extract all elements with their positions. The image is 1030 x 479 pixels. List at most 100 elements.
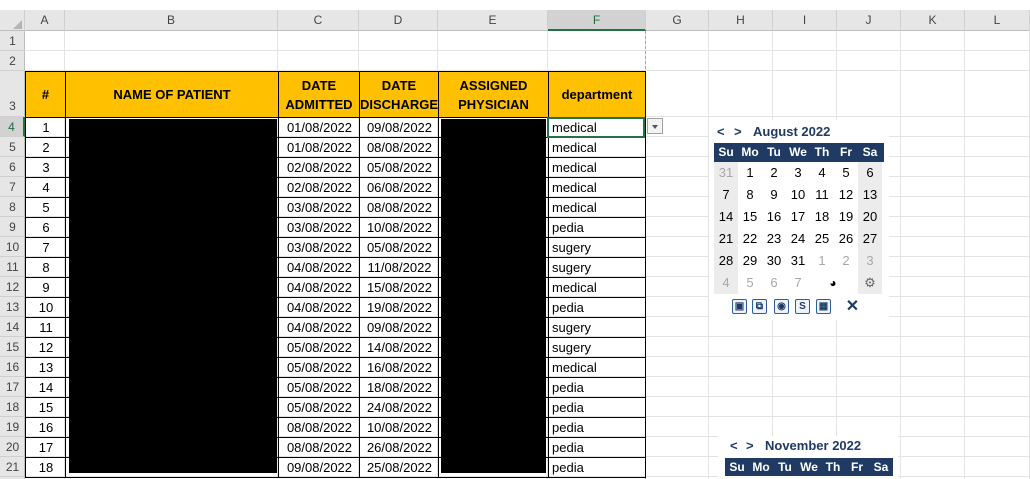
- calendar-day[interactable]: 11: [810, 184, 834, 206]
- calendar-day[interactable]: 12: [834, 184, 858, 206]
- row-header-17[interactable]: 17: [0, 377, 25, 397]
- cell-date-discharge[interactable]: 05/08/2022: [359, 238, 439, 258]
- calendar-day[interactable]: 10: [786, 184, 810, 206]
- row-header-8[interactable]: 8: [0, 197, 25, 217]
- cell-department[interactable]: sugery: [548, 318, 646, 338]
- column-header-j[interactable]: J: [837, 10, 901, 31]
- calendar-day[interactable]: 6: [858, 162, 882, 184]
- calendar-day[interactable]: 18: [810, 206, 834, 228]
- row-header-7[interactable]: 7: [0, 177, 25, 197]
- calendar-day[interactable]: 2: [834, 250, 858, 272]
- cell-date-discharge[interactable]: 05/08/2022: [359, 158, 439, 178]
- calendar-day[interactable]: 5: [834, 162, 858, 184]
- calendar-day[interactable]: 26: [834, 228, 858, 250]
- cell-date-discharge[interactable]: 14/08/2022: [359, 338, 439, 358]
- cell-number[interactable]: 12: [25, 338, 66, 358]
- row-header-16[interactable]: 16: [0, 357, 25, 377]
- cell-date-discharge[interactable]: 11/08/2022: [359, 258, 439, 278]
- cell-date-discharge[interactable]: 10/08/2022: [359, 418, 439, 438]
- cell-department[interactable]: medical: [548, 158, 646, 178]
- cell-date-admitted[interactable]: 05/08/2022: [278, 358, 360, 378]
- calendar-day[interactable]: 16: [762, 206, 786, 228]
- cell-date-discharge[interactable]: 06/08/2022: [359, 178, 439, 198]
- cell-date-admitted[interactable]: 05/08/2022: [278, 378, 360, 398]
- calendar-day[interactable]: 30: [762, 250, 786, 272]
- window-icon[interactable]: ▣: [732, 299, 747, 314]
- cell-number[interactable]: 11: [25, 318, 66, 338]
- close-icon[interactable]: ✕: [845, 299, 860, 315]
- cell-department[interactable]: pedia: [548, 458, 646, 478]
- cell-date-admitted[interactable]: 03/08/2022: [278, 238, 360, 258]
- calendar-day[interactable]: 14: [714, 206, 738, 228]
- column-header-e[interactable]: E: [438, 10, 548, 31]
- calendar-day[interactable]: 6: [762, 272, 786, 294]
- cell-date-discharge[interactable]: 15/08/2022: [359, 278, 439, 298]
- header-department[interactable]: department: [548, 71, 646, 118]
- row-header-20[interactable]: 20: [0, 437, 25, 457]
- cell-department[interactable]: pedia: [548, 378, 646, 398]
- cell-date-discharge[interactable]: 08/08/2022: [359, 138, 439, 158]
- cell-number[interactable]: 4: [25, 178, 66, 198]
- cell-number[interactable]: 9: [25, 278, 66, 298]
- calendar-day[interactable]: 24: [786, 228, 810, 250]
- cell-department[interactable]: pedia: [548, 418, 646, 438]
- row-header-3[interactable]: 3: [0, 71, 25, 117]
- calendar-day[interactable]: 15: [738, 206, 762, 228]
- row-header-18[interactable]: 18: [0, 397, 25, 417]
- select-all-corner[interactable]: [0, 10, 25, 31]
- cell-number[interactable]: 13: [25, 358, 66, 378]
- calendar-day[interactable]: 25: [810, 228, 834, 250]
- calendar-day[interactable]: 9: [762, 184, 786, 206]
- cell-date-discharge[interactable]: 09/08/2022: [359, 318, 439, 338]
- cell-number[interactable]: 6: [25, 218, 66, 238]
- cell-department[interactable]: pedia: [548, 218, 646, 238]
- cell-department[interactable]: sugery: [548, 338, 646, 358]
- calendar-day[interactable]: 31: [786, 250, 810, 272]
- cell-date-admitted[interactable]: 09/08/2022: [278, 458, 360, 478]
- row-header-12[interactable]: 12: [0, 277, 25, 297]
- calendar-day[interactable]: 4: [810, 162, 834, 184]
- cell-department[interactable]: pedia: [548, 398, 646, 418]
- cell-date-discharge[interactable]: 26/08/2022: [359, 438, 439, 458]
- cell-date-admitted[interactable]: 04/08/2022: [278, 298, 360, 318]
- active-cell[interactable]: [547, 117, 645, 138]
- windows-icon[interactable]: ⧉: [752, 299, 767, 314]
- cell-number[interactable]: 5: [25, 198, 66, 218]
- calendar-next-button[interactable]: >: [734, 124, 742, 139]
- column-header-g[interactable]: G: [646, 10, 709, 31]
- header-patient-name[interactable]: NAME OF PATIENT: [65, 71, 279, 118]
- row-header-21[interactable]: 21: [0, 457, 25, 477]
- row-header-5[interactable]: 5: [0, 137, 25, 157]
- column-header-c[interactable]: C: [278, 10, 359, 31]
- column-header-b[interactable]: B: [65, 10, 278, 31]
- calendar-day[interactable]: 13: [858, 184, 882, 206]
- cell-date-admitted[interactable]: 03/08/2022: [278, 198, 360, 218]
- cell-date-admitted[interactable]: 02/08/2022: [278, 178, 360, 198]
- cell-number[interactable]: 10: [25, 298, 66, 318]
- cell-number[interactable]: 2: [25, 138, 66, 158]
- calendar-day[interactable]: 7: [786, 272, 810, 294]
- calendar-day[interactable]: 8: [738, 184, 762, 206]
- row-header-19[interactable]: 19: [0, 417, 25, 437]
- row-header-9[interactable]: 9: [0, 217, 25, 237]
- calendar-day[interactable]: 2: [762, 162, 786, 184]
- cell-date-admitted[interactable]: 04/08/2022: [278, 258, 360, 278]
- globe-icon[interactable]: ◉: [774, 299, 789, 314]
- header-assigned-physician[interactable]: ASSIGNED PHYSICIAN: [438, 71, 549, 118]
- row-header-2[interactable]: 2: [0, 51, 25, 71]
- cell-date-discharge[interactable]: 09/08/2022: [359, 118, 439, 138]
- cell-department[interactable]: sugery: [548, 258, 646, 278]
- calendar-day[interactable]: 31: [714, 162, 738, 184]
- cell-department[interactable]: pedia: [548, 298, 646, 318]
- calendar-day[interactable]: 21: [714, 228, 738, 250]
- row-header-14[interactable]: 14: [0, 317, 25, 337]
- cell-department[interactable]: medical: [548, 198, 646, 218]
- column-header-a[interactable]: A: [25, 10, 65, 31]
- timestamp-icon[interactable]: S: [795, 299, 810, 314]
- cell-department[interactable]: medical: [548, 138, 646, 158]
- cell-department[interactable]: medical: [548, 278, 646, 298]
- calendar-day[interactable]: 4: [714, 272, 738, 294]
- cell-date-admitted[interactable]: 01/08/2022: [278, 138, 360, 158]
- calendar-prev-button[interactable]: <: [730, 438, 738, 453]
- calendar-next-button[interactable]: >: [746, 438, 754, 453]
